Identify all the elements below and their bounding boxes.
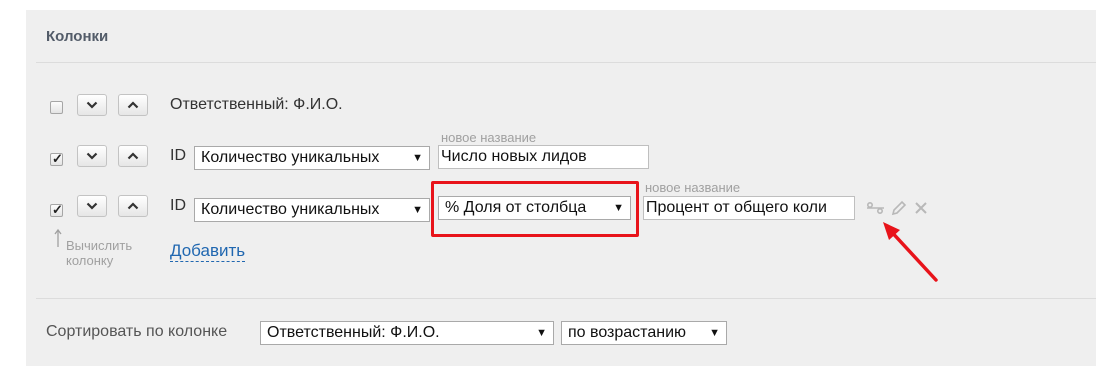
- row2-checkbox[interactable]: ✓: [50, 151, 63, 166]
- row3-new-name-hint: новое название: [645, 180, 741, 195]
- highlight-annotation: [431, 181, 639, 237]
- row2-move-down-button[interactable]: [77, 145, 107, 167]
- calc-column-line2: колонку: [66, 253, 114, 268]
- add-column-link[interactable]: Добавить: [170, 241, 246, 262]
- checkmark-icon: ✓: [52, 151, 63, 166]
- row3-prefix: ID: [170, 197, 186, 214]
- row3-new-name-input[interactable]: Процент от общего коли: [643, 196, 855, 220]
- chevron-down-icon: [86, 202, 98, 210]
- chevron-down-icon: [86, 101, 98, 109]
- chevron-up-icon: [127, 202, 139, 210]
- checkmark-icon: ✓: [52, 202, 63, 217]
- close-icon[interactable]: [913, 199, 929, 217]
- row3-move-down-button[interactable]: [77, 195, 107, 217]
- row1-checkbox[interactable]: [50, 101, 63, 114]
- chevron-up-icon: [127, 152, 139, 160]
- row3-aggregate-value: Количество уникальных: [201, 201, 380, 218]
- sort-column-select[interactable]: Ответственный: Ф.И.О. ▼: [260, 321, 554, 345]
- chevron-down-icon: [86, 152, 98, 160]
- row2-new-name-input[interactable]: Число новых лидов: [438, 145, 649, 169]
- row2-new-name-hint: новое название: [441, 130, 537, 145]
- chevron-up-icon: [127, 101, 139, 109]
- row3-checkbox[interactable]: ✓: [50, 202, 63, 217]
- row1-move-up-button[interactable]: [118, 94, 148, 116]
- row2-aggregate-select[interactable]: Количество уникальных ▼: [194, 146, 430, 170]
- calc-column-line1: Вычислить: [66, 238, 133, 253]
- sort-order-value: по возрастанию: [568, 324, 686, 341]
- row3-aggregate-select[interactable]: Количество уникальных ▼: [194, 198, 430, 222]
- row2-prefix: ID: [170, 147, 186, 164]
- pencil-icon[interactable]: [890, 199, 908, 217]
- caret-down-icon: ▼: [536, 327, 547, 339]
- section-title: Колонки: [46, 28, 109, 45]
- row1-move-down-button[interactable]: [77, 94, 107, 116]
- red-arrow-annotation: [883, 222, 938, 282]
- caret-down-icon: ▼: [412, 204, 423, 216]
- row2-move-up-button[interactable]: [118, 145, 148, 167]
- sort-column-value: Ответственный: Ф.И.О.: [267, 324, 440, 341]
- row3-move-up-button[interactable]: [118, 195, 148, 217]
- caret-down-icon: ▼: [709, 327, 720, 339]
- percent-icon[interactable]: [866, 199, 886, 217]
- row2-aggregate-value: Количество уникальных: [201, 149, 380, 166]
- caret-down-icon: ▼: [412, 152, 423, 164]
- sort-order-select[interactable]: по возрастанию ▼: [561, 321, 727, 345]
- divider: [36, 298, 1096, 299]
- arrow-up-icon: [54, 228, 62, 247]
- divider: [36, 62, 1096, 63]
- calc-column-link[interactable]: Вычислить колонку: [66, 238, 132, 268]
- sort-label: Сортировать по колонке: [46, 323, 228, 340]
- row1-field-label: Ответственный: Ф.И.О.: [170, 96, 343, 113]
